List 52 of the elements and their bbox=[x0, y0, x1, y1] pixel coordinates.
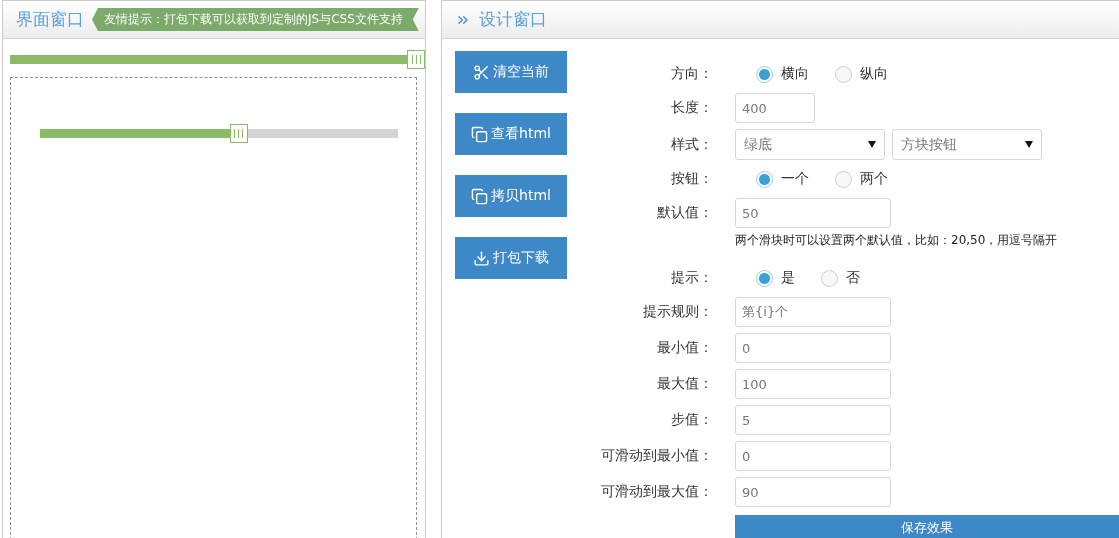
scissors-icon bbox=[473, 63, 490, 81]
field-label: 可滑动到最小值： bbox=[600, 447, 713, 465]
input-field[interactable]: 0 bbox=[735, 333, 891, 363]
select-field[interactable]: 方块按钮 bbox=[892, 129, 1042, 160]
caret-icon bbox=[868, 141, 876, 148]
field-label: 长度： bbox=[670, 99, 713, 117]
field-label: 样式： bbox=[670, 135, 713, 154]
caret-icon bbox=[1025, 141, 1033, 148]
slider-handle[interactable] bbox=[407, 50, 425, 69]
radio-button[interactable] bbox=[756, 170, 773, 188]
radio-button[interactable] bbox=[821, 269, 838, 287]
field-label: 可滑动到最大值： bbox=[600, 483, 713, 501]
field-label: 方向： bbox=[670, 65, 713, 83]
copy-icon bbox=[471, 125, 489, 143]
input-field[interactable]: 90 bbox=[735, 477, 891, 507]
slider-handle[interactable] bbox=[229, 124, 248, 143]
input-field[interactable]: 50 bbox=[735, 198, 891, 228]
radio-option[interactable]: 纵向 bbox=[835, 65, 888, 83]
select-field[interactable]: 绿底 bbox=[735, 129, 885, 160]
radio-option[interactable]: 横向 bbox=[756, 65, 809, 83]
save-button[interactable]: 保存效果 bbox=[735, 515, 1119, 538]
action-button[interactable]: 打包下载 bbox=[455, 237, 567, 279]
radio-option[interactable]: 一个 bbox=[756, 170, 809, 188]
action-button[interactable]: 拷贝html bbox=[455, 175, 567, 217]
action-button[interactable]: 清空当前 bbox=[455, 51, 567, 93]
panel-title: 设计窗口 bbox=[479, 8, 547, 31]
field-label: 最大值： bbox=[656, 375, 713, 393]
radio-option[interactable]: 否 bbox=[821, 269, 860, 287]
download-icon bbox=[473, 249, 490, 267]
radio-button[interactable] bbox=[756, 65, 773, 83]
field-label: 默认值： bbox=[656, 204, 713, 222]
tip-ribbon: 友情提示：打包下载可以获取到定制的JS与CSS文件支持 bbox=[92, 8, 419, 31]
field-label: 提示规则： bbox=[642, 303, 713, 321]
field-label: 按钮： bbox=[670, 170, 713, 188]
hint-text: 两个滑块时可以设置两个默认值，比如：20,50，用逗号隔开 bbox=[735, 232, 1059, 249]
input-field[interactable]: 400 bbox=[735, 93, 815, 123]
field-label: 提示： bbox=[670, 269, 713, 287]
input-field[interactable]: 100 bbox=[735, 369, 891, 399]
slider[interactable] bbox=[10, 50, 425, 69]
field-label: 步值： bbox=[670, 411, 713, 429]
radio-button[interactable] bbox=[756, 269, 773, 287]
radio-button[interactable] bbox=[835, 170, 852, 188]
radio-option[interactable]: 两个 bbox=[835, 170, 888, 188]
input-field[interactable]: 第{i}个 bbox=[735, 297, 891, 327]
copy-icon bbox=[471, 187, 489, 205]
field-label: 最小值： bbox=[656, 339, 713, 357]
radio-option[interactable]: 是 bbox=[756, 269, 795, 287]
panel-title: 界面窗口 bbox=[16, 8, 84, 31]
input-field[interactable]: 5 bbox=[735, 405, 891, 435]
action-button[interactable]: 查看html bbox=[455, 113, 567, 155]
radio-button[interactable] bbox=[835, 65, 852, 83]
input-field[interactable]: 0 bbox=[735, 441, 891, 471]
